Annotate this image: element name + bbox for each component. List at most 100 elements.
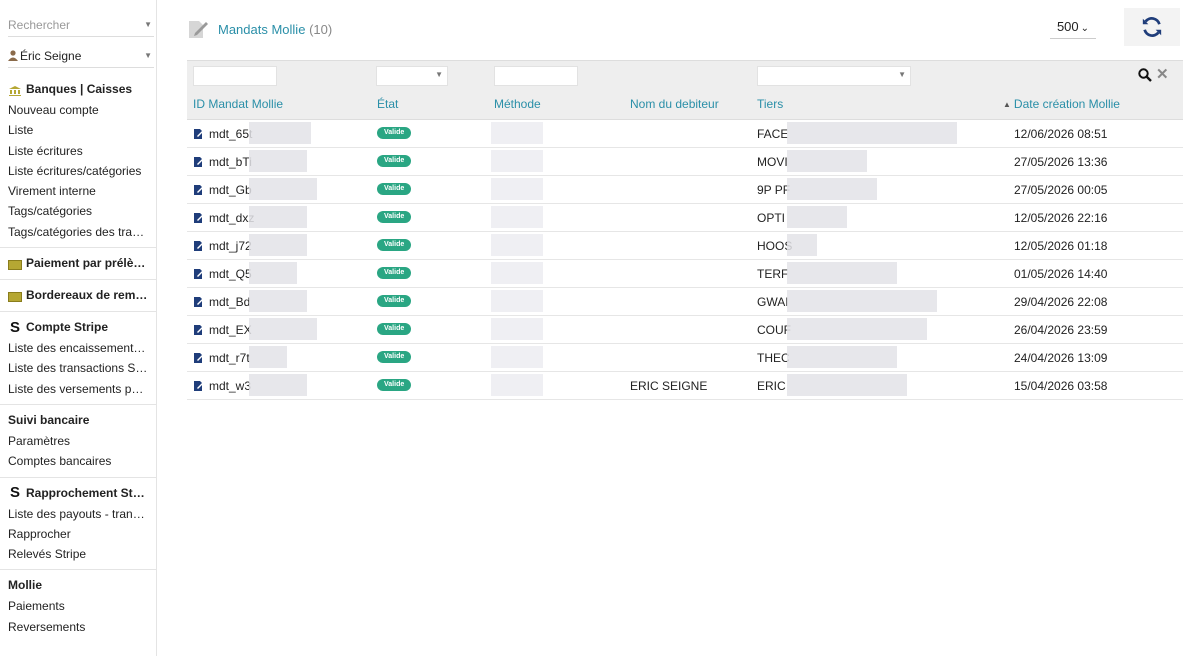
- redacted-block: [249, 122, 311, 144]
- redacted-block: [491, 318, 543, 340]
- mandate-id-cell[interactable]: mdt_dxz: [193, 211, 254, 225]
- filter-state-select[interactable]: ▼: [376, 66, 448, 86]
- section-title[interactable]: S Compte Stripe: [0, 316, 148, 338]
- redacted-block: [249, 374, 307, 396]
- status-badge: Valide: [377, 295, 412, 307]
- mandate-id-cell[interactable]: mdt_Gb: [193, 183, 252, 197]
- column-header-tiers[interactable]: Tiers: [757, 97, 783, 111]
- card-icon: [8, 291, 22, 302]
- section-title[interactable]: Bordereaux de remi…: [0, 284, 148, 306]
- section-suivi-bancaire: Suivi bancaire Paramètres Comptes bancai…: [0, 405, 156, 478]
- mandate-id: mdt_Q5: [209, 267, 252, 281]
- mandates-table: ▼ ▼ ✕ ID Mandat Mollie État Méthode Nom …: [187, 60, 1183, 400]
- table-row[interactable]: mdt_r7t Valide THEC 24/04/2026 13:09: [187, 344, 1183, 372]
- page-title: Mandats Mollie (10): [218, 22, 333, 37]
- refresh-button[interactable]: [1124, 8, 1180, 46]
- section-title[interactable]: Paiement par prélèv…: [0, 252, 148, 274]
- table-row[interactable]: mdt_Bd Valide GWAI 29/04/2026 22:08: [187, 288, 1183, 316]
- bank-icon: [8, 79, 22, 100]
- sidebar-item-reversements[interactable]: Reversements: [0, 617, 148, 637]
- table-row[interactable]: mdt_65t Valide FACE 12/06/2026 08:51: [187, 120, 1183, 148]
- sidebar-item-releves-stripe[interactable]: Relevés Stripe: [0, 544, 148, 564]
- section-title[interactable]: Suivi bancaire: [0, 409, 148, 431]
- redacted-block: [491, 374, 543, 396]
- search-placeholder: Rechercher: [8, 18, 71, 32]
- chevron-down-icon: ⌄: [1080, 23, 1090, 34]
- mandate-id-cell[interactable]: mdt_j72: [193, 239, 252, 253]
- sidebar-item-paiements[interactable]: Paiements: [0, 596, 148, 616]
- mandate-id-cell[interactable]: mdt_Q5: [193, 267, 252, 281]
- redacted-block: [787, 122, 957, 144]
- clear-filter-icon[interactable]: ✕: [1156, 65, 1169, 83]
- table-row[interactable]: mdt_EX Valide COUF 26/04/2026 23:59: [187, 316, 1183, 344]
- mandate-id-cell[interactable]: mdt_65t: [193, 127, 252, 141]
- mandate-icon: [194, 241, 204, 251]
- tiers-cell[interactable]: 9P PF: [757, 183, 790, 197]
- mandate-id-cell[interactable]: mdt_r7t: [193, 351, 250, 365]
- section-title[interactable]: S Rapprochement Stripe: [0, 482, 148, 504]
- user-selector[interactable]: Éric Seigne ▼: [8, 45, 154, 68]
- date-cell: 01/05/2026 14:40: [1014, 267, 1108, 281]
- section-title[interactable]: Banques | Caisses: [0, 78, 148, 100]
- table-row[interactable]: mdt_w3 Valide ERIC SEIGNE ERIC 15/04/2026 03…: [187, 372, 1183, 400]
- mandate-icon: [194, 157, 204, 167]
- filter-id-input[interactable]: [193, 66, 277, 86]
- mandate-id: mdt_Gb: [209, 183, 252, 197]
- search-input[interactable]: Rechercher ▼: [8, 14, 154, 37]
- sidebar-item-encaissements[interactable]: Liste des encaissements …: [0, 338, 148, 358]
- sidebar-item-comptes-bancaires[interactable]: Comptes bancaires: [0, 451, 148, 471]
- mandate-id: mdt_65t: [209, 127, 253, 141]
- sidebar-item-liste[interactable]: Liste: [0, 120, 148, 140]
- mandate-id: mdt_bTi: [209, 155, 252, 169]
- date-cell: 27/05/2026 00:05: [1014, 183, 1108, 197]
- caret-down-icon: ▼: [144, 20, 152, 29]
- column-header-state[interactable]: État: [377, 97, 398, 111]
- sidebar-item-virement-interne[interactable]: Virement interne: [0, 181, 148, 201]
- section-title[interactable]: Mollie: [0, 574, 148, 596]
- stripe-icon: S: [9, 318, 20, 336]
- tiers-cell[interactable]: TERF: [757, 267, 788, 281]
- section-prelevement: Paiement par prélèv…: [0, 248, 156, 281]
- sidebar-item-liste-ecritures-categories[interactable]: Liste écritures/catégories: [0, 161, 148, 181]
- sidebar-item-nouveau-compte[interactable]: Nouveau compte: [0, 100, 148, 120]
- redacted-block: [249, 234, 307, 256]
- tiers-cell[interactable]: COUF: [757, 323, 791, 337]
- page-limit-select[interactable]: 500 ⌄: [1050, 18, 1096, 39]
- sidebar-item-payouts[interactable]: Liste des payouts - transf…: [0, 504, 148, 524]
- tiers-cell[interactable]: OPTI: [757, 211, 785, 225]
- sidebar-item-parametres[interactable]: Paramètres: [0, 431, 148, 451]
- tiers-cell[interactable]: MOVI: [757, 155, 788, 169]
- mandate-id-cell[interactable]: mdt_Bd: [193, 295, 250, 309]
- sidebar-item-tags-categories[interactable]: Tags/catégories: [0, 201, 148, 221]
- sidebar-item-transactions-stripe[interactable]: Liste des transactions Str…: [0, 358, 148, 378]
- filter-tiers-select[interactable]: ▼: [757, 66, 911, 86]
- search-icon[interactable]: [1138, 68, 1152, 82]
- mandate-id-cell[interactable]: mdt_EX: [193, 323, 252, 337]
- tiers-cell[interactable]: GWAI: [757, 295, 789, 309]
- caret-down-icon: ▼: [898, 70, 906, 79]
- column-header-method[interactable]: Méthode: [494, 97, 541, 111]
- column-header-debtor[interactable]: Nom du debiteur: [630, 97, 719, 111]
- redacted-block: [249, 206, 307, 228]
- redacted-block: [249, 290, 307, 312]
- table-row[interactable]: mdt_bTi Valide MOVI 27/05/2026 13:36: [187, 148, 1183, 176]
- column-header-id[interactable]: ID Mandat Mollie: [193, 97, 283, 111]
- column-header-date[interactable]: ▲ Date création Mollie: [1003, 97, 1120, 111]
- section-mollie: Mollie Paiements Reversements: [0, 570, 156, 642]
- user-name: Éric Seigne: [20, 49, 82, 63]
- mandate-id-cell[interactable]: mdt_bTi: [193, 155, 252, 169]
- mandate-id-cell[interactable]: mdt_w3: [193, 379, 251, 393]
- table-row[interactable]: mdt_j72 Valide HOOS 12/05/2026 01:18: [187, 232, 1183, 260]
- sidebar-item-rapprocher[interactable]: Rapprocher: [0, 524, 148, 544]
- table-row[interactable]: mdt_Q5 Valide TERF 01/05/2026 14:40: [187, 260, 1183, 288]
- table-row[interactable]: mdt_Gb Valide 9P PF 27/05/2026 00:05: [187, 176, 1183, 204]
- mandate-icon: [194, 213, 204, 223]
- tiers-cell[interactable]: THEC: [757, 351, 790, 365]
- tiers-cell[interactable]: ERIC: [757, 379, 786, 393]
- sidebar-item-tags-categories-transactions[interactable]: Tags/catégories des tran…: [0, 222, 148, 242]
- sidebar-item-liste-ecritures[interactable]: Liste écritures: [0, 141, 148, 161]
- filter-method-input[interactable]: [494, 66, 578, 86]
- tiers-cell[interactable]: FACE: [757, 127, 788, 141]
- table-row[interactable]: mdt_dxz Valide OPTI 12/05/2026 22:16: [187, 204, 1183, 232]
- sidebar-item-versements[interactable]: Liste des versements par…: [0, 379, 148, 399]
